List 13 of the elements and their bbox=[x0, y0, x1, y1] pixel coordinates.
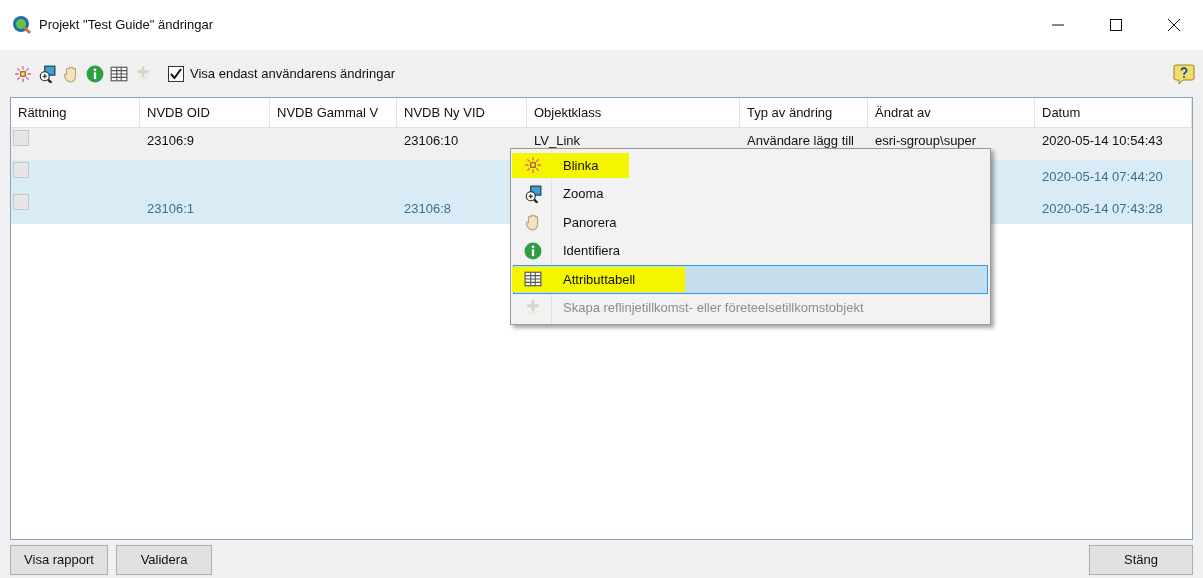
checkbox-label: Visa endast användarens ändringar bbox=[190, 64, 396, 83]
table-cell-text: esri-sgroup\super bbox=[875, 132, 977, 150]
table-cell-text: Användare lägg till bbox=[747, 132, 854, 150]
table-cell-text: 23106:9 bbox=[147, 132, 194, 150]
table-cell-text: 23106:1 bbox=[147, 199, 194, 218]
table-cell-text: 2020-05-14 07:43:28 bbox=[1042, 199, 1163, 218]
table-cell-text: 2020-05-14 07:44:20 bbox=[1042, 167, 1163, 186]
table-cell-text: LV_Link bbox=[534, 132, 580, 150]
window-title: Projekt "Test Guide" ändringar bbox=[39, 16, 213, 35]
table-cell-text: 2020-05-14 10:54:43 bbox=[1042, 132, 1163, 150]
table-cell-text: 23106:10 bbox=[404, 132, 459, 150]
table-cell-text: 23106:8 bbox=[404, 199, 451, 218]
menu-item: Skapa reflinjetillkomst- eller företeelsetillkomstobjekt bbox=[513, 293, 988, 322]
